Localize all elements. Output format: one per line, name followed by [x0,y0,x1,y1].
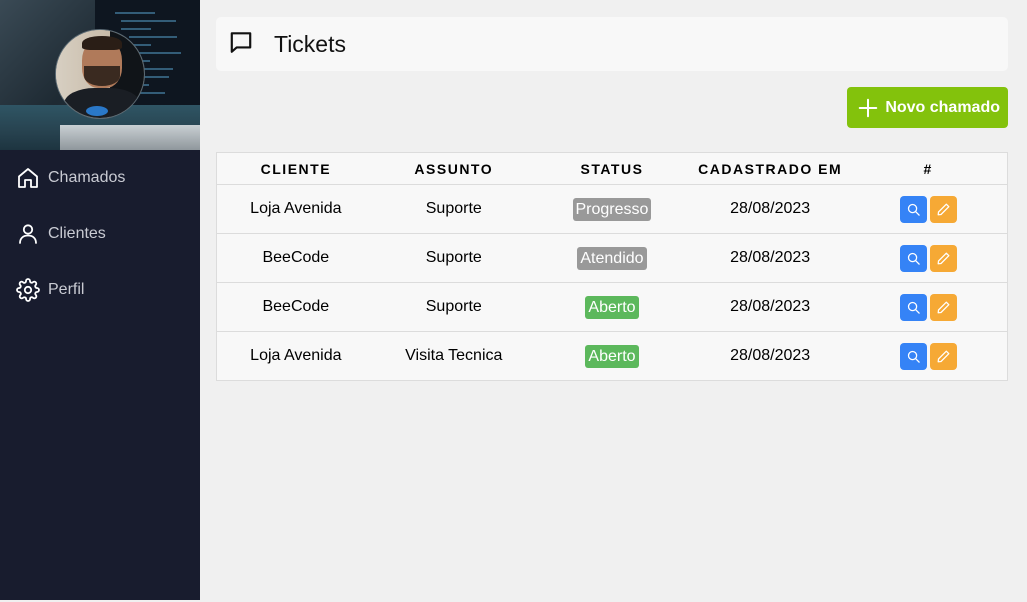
home-icon [16,166,40,190]
view-ticket-button[interactable] [899,293,927,321]
cell-assunto: Visita Tecnica [405,347,503,364]
edit-ticket-button[interactable] [929,293,957,321]
sidebar: Chamados Clientes Perfil [0,0,200,600]
pencil-icon [937,252,950,264]
table-row: Loja Avenida Suporte Progresso 28/08/202… [216,184,1008,234]
gear-icon [16,278,40,302]
view-ticket-button[interactable] [899,342,927,370]
cell-actions [849,184,1008,234]
column-header-status: STATUS [532,152,692,185]
search-icon [907,350,920,363]
cell-status: Atendido [532,233,692,283]
page-title: Tickets [274,30,346,57]
sidebar-item-label: Clientes [48,225,106,242]
table-row: BeeCode Suporte Aberto 28/08/2023 [216,282,1008,332]
cell-cadastrado: 28/08/2023 [730,347,811,364]
sidebar-item-label: Perfil [48,281,85,298]
sidebar-item-clientes[interactable]: Clientes [0,206,200,262]
avatar[interactable] [55,29,145,119]
page-header: Tickets [216,17,1008,71]
column-header-assunto: ASSUNTO [374,152,533,185]
view-ticket-button[interactable] [899,244,927,272]
column-header-actions: # [849,152,1008,185]
status-badge: Progresso [572,197,652,221]
view-ticket-button[interactable] [899,195,927,223]
edit-ticket-button[interactable] [929,195,957,223]
sidebar-item-chamados[interactable]: Chamados [0,150,200,206]
user-icon [16,222,40,246]
sidebar-cover-image [0,0,200,150]
status-badge: Aberto [585,344,639,368]
pencil-icon [937,350,950,362]
search-icon [907,301,920,314]
cell-actions [849,282,1008,332]
message-icon [228,29,254,60]
edit-ticket-button[interactable] [929,342,957,370]
cell-cadastrado: 28/08/2023 [691,233,850,283]
cell-actions [849,332,1007,381]
cell-assunto: Suporte [374,184,533,234]
cell-status: Progresso [532,184,692,234]
cell-cliente: Loja Avenida [216,184,375,234]
table-row: BeeCode Suporte Atendido 28/08/2023 [216,233,1008,283]
cell-assunto: Suporte [374,233,533,283]
new-ticket-button[interactable]: Novo chamado [847,87,1008,128]
pencil-icon [937,203,950,215]
cell-cadastrado: 28/08/2023 [691,282,850,332]
search-icon [907,203,920,216]
column-header-cadastrado: CADASTRADO EM [691,152,850,185]
cell-cliente: Loja Avenida [250,347,342,364]
main-content: Tickets Novo chamado CLIENTE ASSUNTO STA… [216,17,1008,381]
table-header-row: CLIENTE ASSUNTO STATUS CADASTRADO EM # [216,152,1008,185]
cell-status: Aberto [533,332,691,381]
cell-cliente: BeeCode [216,282,375,332]
pencil-icon [937,301,950,313]
sidebar-item-perfil[interactable]: Perfil [0,262,200,318]
table-row: Loja Avenida Visita Tecnica Aberto 28/08… [217,332,1008,381]
cell-cadastrado: 28/08/2023 [691,184,850,234]
cell-status: Aberto [532,282,692,332]
edit-ticket-button[interactable] [929,244,957,272]
sidebar-nav: Chamados Clientes Perfil [0,150,200,318]
new-ticket-label: Novo chamado [885,98,1000,116]
plus-icon [859,98,878,117]
cell-actions [849,233,1008,283]
column-header-cliente: CLIENTE [216,152,375,185]
tickets-table: CLIENTE ASSUNTO STATUS CADASTRADO EM # L… [216,152,1008,381]
search-icon [907,252,920,265]
status-badge: Atendido [577,246,647,270]
status-badge: Aberto [585,295,639,319]
sidebar-item-label: Chamados [48,169,126,186]
cell-cliente: BeeCode [216,233,375,283]
cell-assunto: Suporte [374,282,533,332]
